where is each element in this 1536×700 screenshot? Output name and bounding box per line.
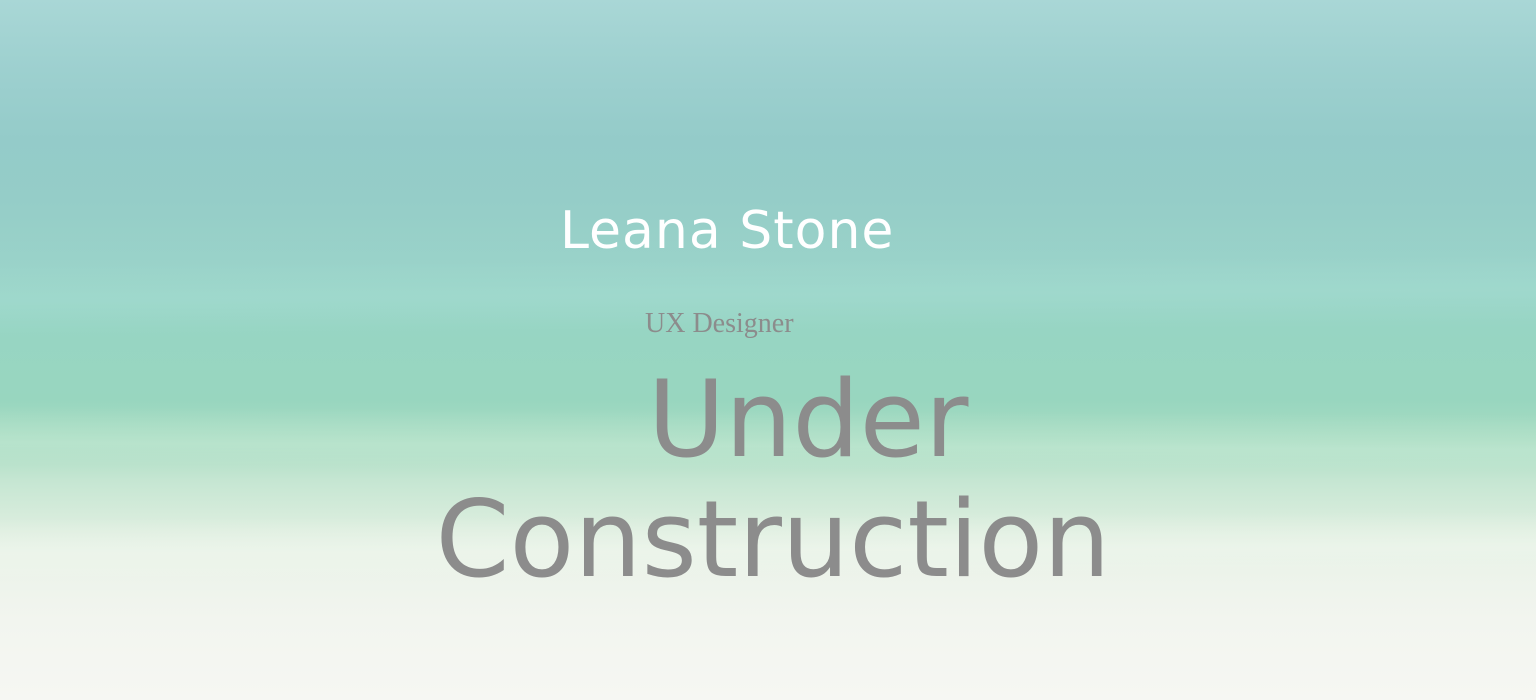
job-title: UX Designer <box>645 308 794 339</box>
heading-line-under: Under <box>647 358 969 481</box>
under-construction-page: Leana Stone UX Designer Under Constructi… <box>0 0 1536 700</box>
site-owner-name: Leana Stone <box>560 201 895 261</box>
heading-line-construction: Construction <box>435 478 1111 601</box>
under-construction-heading: Under Construction <box>0 360 1536 600</box>
